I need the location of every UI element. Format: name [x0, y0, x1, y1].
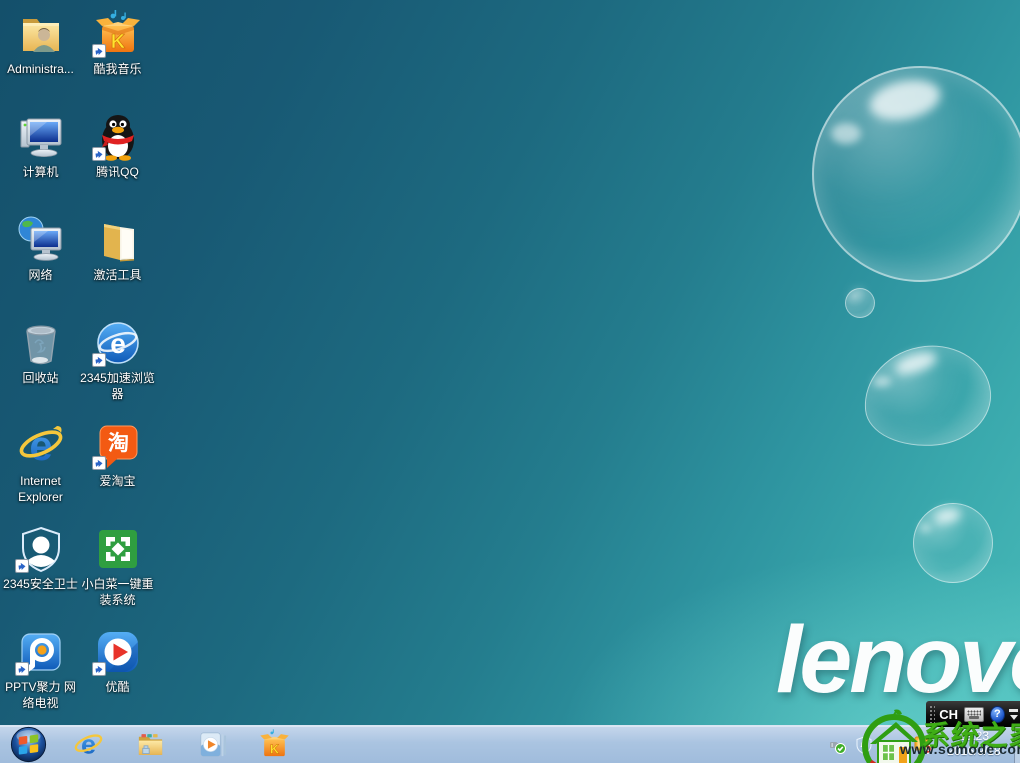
language-bar-grip[interactable]: [929, 705, 935, 723]
bubble-round: [913, 503, 993, 583]
bubble-large: [812, 66, 1020, 282]
desktop-icon-recycle-bin[interactable]: 回收站: [3, 313, 79, 416]
aitaobao-icon: 淘: [94, 422, 142, 470]
usb-safely-remove-icon[interactable]: [828, 736, 846, 754]
desktop-icon-xiaobaicai[interactable]: 小白菜一键重装系统: [80, 519, 156, 622]
2345-shield-tray-icon[interactable]: [855, 736, 873, 754]
show-desktop-button[interactable]: [1014, 725, 1020, 763]
start-button[interactable]: [10, 726, 47, 763]
svg-text:K: K: [269, 742, 279, 757]
shortcut-arrow-icon: [92, 662, 106, 676]
youku-icon: [94, 628, 142, 676]
desktop-icon-computer[interactable]: 计算机: [3, 107, 79, 210]
app-error-tray-icon[interactable]: [914, 736, 932, 754]
shortcut-arrow-icon: [15, 559, 29, 573]
taskbar-windows-media-player[interactable]: [190, 728, 234, 761]
recycle-bin-icon: [17, 319, 65, 367]
shortcut-arrow-icon: [92, 44, 106, 58]
desktop-icon-youku[interactable]: 优酷: [80, 622, 156, 725]
desktop-icon-aitaobao[interactable]: 淘 爱淘宝: [80, 416, 156, 519]
help-icon[interactable]: ?: [990, 706, 1005, 723]
clock-date: 2016/9/18: [936, 744, 1012, 759]
desktop-icon-qq[interactable]: 腾讯QQ: [80, 107, 156, 210]
shortcut-arrow-icon: [92, 456, 106, 470]
internet-explorer-icon: e: [17, 422, 65, 470]
bubble-small: [845, 288, 875, 318]
network-globe-icon: [17, 216, 65, 264]
taskbar-windows-explorer[interactable]: [128, 728, 172, 761]
language-indicator[interactable]: CH: [939, 707, 958, 722]
taskbar-clock[interactable]: 19:23 2016/9/18: [936, 729, 1012, 759]
svg-text:e: e: [80, 729, 95, 760]
icon-label: Administra...: [7, 61, 74, 77]
xiaobaicai-icon: [94, 525, 142, 573]
shortcut-arrow-icon: [92, 147, 106, 161]
language-bar-minimize[interactable]: [1009, 709, 1018, 712]
language-bar-options-arrow[interactable]: [1010, 715, 1018, 720]
pptv-icon: [17, 628, 65, 676]
shortcut-arrow-icon: [92, 353, 106, 367]
open-folder-icon: [94, 216, 142, 264]
taskbar-kuwo-music[interactable]: K: [252, 728, 296, 761]
2345-browser-icon: e: [94, 319, 142, 367]
system-tray: [828, 736, 941, 754]
language-bar[interactable]: CH ?: [926, 701, 1020, 727]
desktop-icon-2345-browser[interactable]: e 2345加速浏览器: [80, 313, 156, 416]
user-folder-icon: [17, 10, 65, 58]
clock-time: 19:23: [936, 729, 1012, 744]
svg-text:e: e: [29, 422, 52, 469]
lenovo-logo: lenovo: [776, 606, 1020, 715]
desktop-icon-network[interactable]: 网络: [3, 210, 79, 313]
svg-text:淘: 淘: [108, 431, 129, 455]
taskbar-internet-explorer[interactable]: e: [66, 728, 110, 761]
desktop-icon-grid: Administra... K 酷我音乐: [2, 4, 156, 725]
windows-flag-red: [19, 736, 28, 745]
qq-penguin-icon: [94, 113, 142, 161]
shortcut-arrow-icon: [15, 662, 29, 676]
svg-text:K: K: [110, 31, 125, 53]
kuwo-music-icon: K: [94, 10, 142, 58]
desktop-icon-kuwo[interactable]: K 酷我音乐: [80, 4, 156, 107]
desktop-icon-2345-security[interactable]: 2345安全卫士: [3, 519, 79, 622]
keyboard-icon[interactable]: [964, 707, 984, 722]
desktop-icon-administrator[interactable]: Administra...: [3, 4, 79, 107]
computer-monitor-icon: [17, 113, 65, 161]
security-shield-icon: [17, 525, 65, 573]
desktop-icon-pptv[interactable]: PPTV聚力 网络电视: [3, 622, 79, 725]
desktop-icon-activation-tools[interactable]: 激活工具: [80, 210, 156, 313]
desktop-icon-internet-explorer[interactable]: e Internet Explorer: [3, 416, 79, 519]
